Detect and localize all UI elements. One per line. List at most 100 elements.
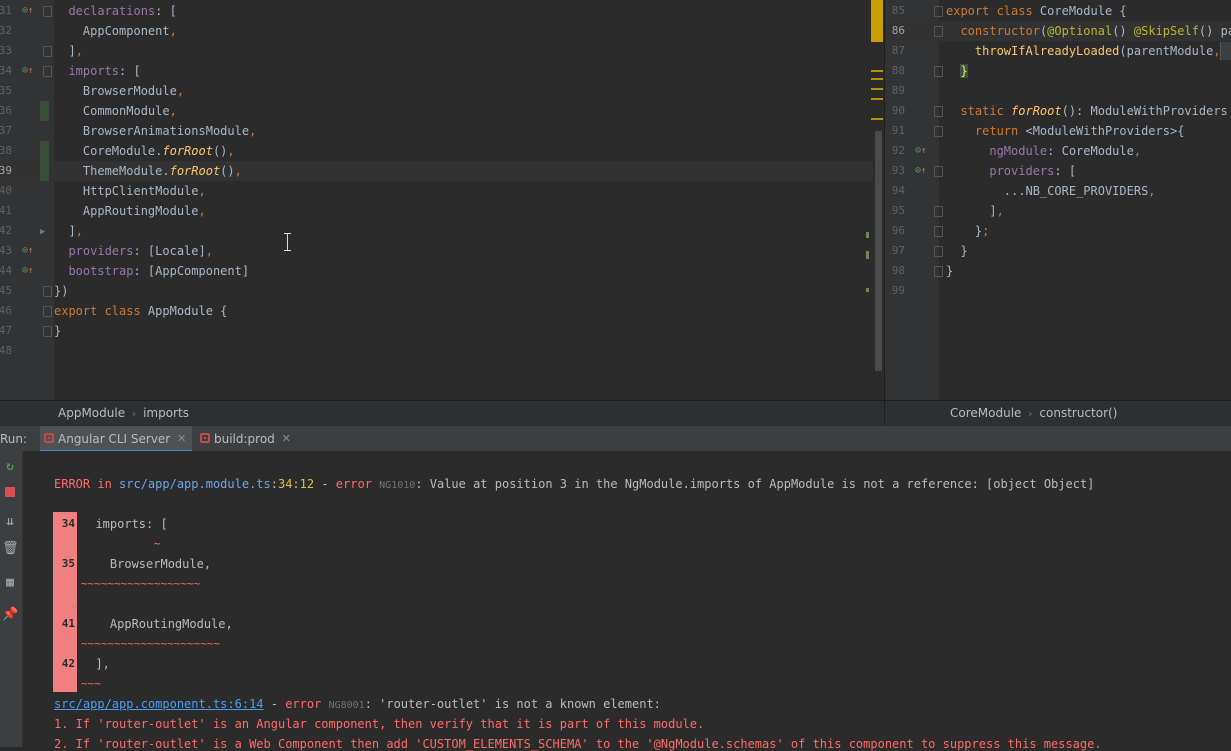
vcs-change-marker[interactable] — [40, 141, 49, 161]
code-line[interactable]: 42 ▶ ], — [0, 221, 884, 241]
code-line-current[interactable]: 86 constructor(@Optional() @SkipSelf() p… — [885, 21, 1231, 41]
implemented-marker-icon[interactable]: ⊙↑ — [22, 65, 34, 77]
scroll-marker[interactable] — [871, 118, 883, 120]
code-line[interactable]: 46 export class AppModule { — [0, 301, 884, 321]
code-line[interactable]: 93 ⊙↑ providers: [ — [885, 161, 1231, 181]
tab-angular-cli-server[interactable]: Angular CLI Server ✕ — [40, 426, 193, 452]
code-line[interactable]: 92 ⊙↑ ngModule: CoreModule, — [885, 141, 1231, 161]
implemented-marker-icon[interactable]: ⊙↑ — [915, 145, 927, 157]
line-number: 33 — [0, 44, 12, 57]
text-cursor-icon — [284, 233, 291, 251]
code-line[interactable]: 32 AppComponent, — [0, 21, 884, 41]
fold-marker-icon[interactable] — [43, 6, 52, 17]
fold-marker-icon[interactable] — [934, 6, 943, 17]
line-number: 86 — [891, 24, 905, 37]
trash-icon[interactable]: 🗑 — [2, 541, 19, 557]
implemented-marker-icon[interactable]: ⊙↑ — [22, 265, 34, 277]
close-icon[interactable]: ✕ — [177, 426, 186, 452]
code-line[interactable]: 87 throwIfAlreadyLoaded(parentModule, n — [885, 41, 1231, 61]
code-line[interactable]: 40 HttpClientModule, — [0, 181, 884, 201]
code-line[interactable]: 48 — [0, 341, 884, 361]
scroll-marker[interactable] — [871, 70, 883, 72]
code-line[interactable]: 38 CoreModule.forRoot(), — [0, 141, 884, 161]
fold-marker-icon[interactable] — [934, 266, 943, 277]
breadcrumb-item[interactable]: constructor() — [1039, 401, 1117, 426]
snippet-code: BrowserModule, — [81, 557, 212, 571]
code-line[interactable]: 31 ⊙↑ declarations: [ — [0, 1, 884, 21]
code-line[interactable]: 88 } — [885, 61, 1231, 81]
scroll-marker[interactable] — [871, 78, 883, 80]
code-line[interactable]: 41 AppRoutingModule, — [0, 201, 884, 221]
rerun-icon[interactable]: ↻ — [2, 459, 18, 475]
implemented-marker-icon[interactable]: ⊙↑ — [22, 245, 34, 257]
code-line[interactable]: 94 ...NB_CORE_PROVIDERS, — [885, 181, 1231, 201]
code-line[interactable]: 33 ], — [0, 41, 884, 61]
code-line[interactable]: 37 BrowserAnimationsModule, — [0, 121, 884, 141]
scroll-marker[interactable] — [871, 88, 883, 90]
fold-marker-icon[interactable] — [43, 46, 52, 57]
fold-marker-icon[interactable] — [934, 246, 943, 257]
close-icon[interactable]: ✕ — [282, 426, 291, 452]
right-scrollbar-thumb[interactable] — [1220, 42, 1231, 60]
scroll-highlight-marker[interactable] — [871, 0, 883, 42]
pin-icon[interactable]: 📌 — [2, 607, 18, 623]
file-link[interactable]: src/app/app.component.ts:6:14 — [54, 697, 264, 711]
vcs-change-marker[interactable] — [40, 101, 49, 121]
vcs-change-marker[interactable] — [40, 161, 49, 181]
line-number: 97 — [891, 244, 905, 257]
stop-icon[interactable] — [2, 484, 18, 500]
code-line[interactable]: 89 — [885, 81, 1231, 101]
code-line[interactable]: 85 export class CoreModule { — [885, 1, 1231, 21]
line-number: 93 — [891, 164, 905, 177]
line-number: 88 — [891, 64, 905, 77]
line-number: 31 — [0, 4, 12, 17]
implemented-marker-icon[interactable]: ⊙↑ — [915, 165, 927, 177]
code-line[interactable]: 95 ], — [885, 201, 1231, 221]
fold-marker-icon[interactable] — [934, 166, 943, 177]
console-output[interactable]: ERROR in src/app/app.module.ts:34:12 - e… — [23, 451, 1231, 751]
fold-marker-icon[interactable] — [934, 206, 943, 217]
console-error-line: src/app/app.component.ts:6:14 - error NG… — [54, 697, 661, 711]
fold-marker-icon[interactable] — [934, 106, 943, 117]
fold-marker-icon[interactable] — [934, 226, 943, 237]
code-line[interactable]: 47 } — [0, 321, 884, 341]
fold-marker-icon[interactable] — [43, 306, 52, 317]
line-number: 41 — [0, 204, 12, 217]
line-number: 32 — [0, 24, 12, 37]
line-number: 47 — [0, 324, 12, 337]
fold-marker-icon[interactable] — [934, 126, 943, 137]
scrollbar-thumb[interactable] — [875, 131, 882, 371]
code-line[interactable]: 97 } — [885, 241, 1231, 261]
fold-marker-icon[interactable] — [43, 286, 52, 297]
fold-marker-icon[interactable] — [934, 26, 943, 37]
scroll-marker[interactable] — [871, 98, 883, 100]
breadcrumb-item[interactable]: CoreModule — [950, 401, 1021, 426]
right-editor[interactable]: 85 export class CoreModule { 86 construc… — [885, 0, 1231, 400]
scroll-to-end-icon[interactable]: ⇊ — [2, 514, 18, 530]
fold-arrow-icon[interactable]: ▶ — [40, 227, 45, 237]
code-line[interactable]: 96 }; — [885, 221, 1231, 241]
breadcrumb-item[interactable]: AppModule — [58, 401, 125, 426]
code-line[interactable]: 90 static forRoot(): ModuleWithProviders… — [885, 101, 1231, 121]
console-hint-line: 2. If 'router-outlet' is a Web Component… — [54, 737, 1102, 751]
fold-marker-icon[interactable] — [43, 326, 52, 337]
code-line[interactable]: 45 }) — [0, 281, 884, 301]
code-line[interactable]: 34 ⊙↑ imports: [ — [0, 61, 884, 81]
left-editor[interactable]: 31 ⊙↑ declarations: [ 32 AppComponent, 3… — [0, 0, 884, 400]
fold-marker-icon[interactable] — [934, 66, 943, 77]
fold-marker-icon[interactable] — [43, 66, 52, 77]
code-line[interactable]: 99 — [885, 281, 1231, 301]
code-line[interactable]: 98 } — [885, 261, 1231, 281]
code-line[interactable]: 35 BrowserModule, — [0, 81, 884, 101]
run-side-toolbar: ↻ ⇊ 🗑 ▦ 📌 — [0, 451, 23, 747]
left-scrollbar[interactable] — [873, 0, 884, 400]
breadcrumb-item[interactable]: imports — [143, 401, 189, 426]
code-line[interactable]: 43 ⊙↑ providers: [Locale], — [0, 241, 884, 261]
code-line-current[interactable]: 39 ThemeModule.forRoot(), — [0, 161, 884, 181]
tab-build-prod[interactable]: build:prod ✕ — [196, 426, 297, 452]
layout-icon[interactable]: ▦ — [2, 575, 18, 591]
code-line[interactable]: 91 return <ModuleWithProviders>{ — [885, 121, 1231, 141]
code-line[interactable]: 36 CommonModule, — [0, 101, 884, 121]
implemented-marker-icon[interactable]: ⊙↑ — [22, 5, 34, 17]
code-line[interactable]: 44 ⊙↑ bootstrap: [AppComponent] — [0, 261, 884, 281]
